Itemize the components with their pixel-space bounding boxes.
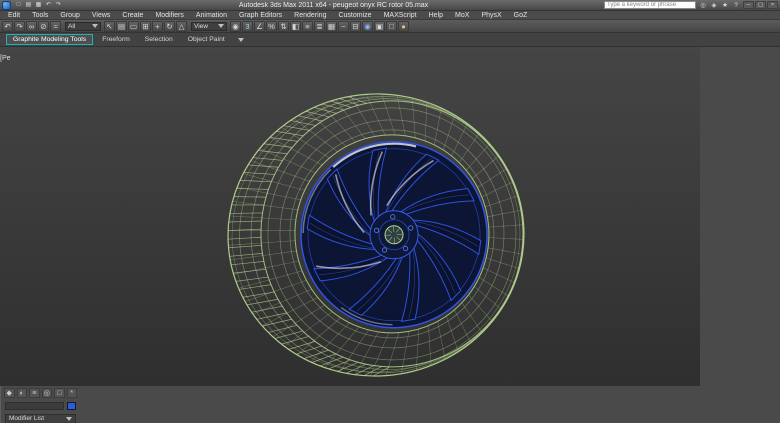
menu-item[interactable]: GoZ — [508, 11, 534, 20]
selection-filter-dropdown[interactable]: All — [65, 21, 101, 31]
command-panel-tabs: ◆ ◐ ≡ ◎ □ * — [1, 386, 80, 400]
viewport[interactable]: [Pe — [0, 47, 700, 386]
schematic-view-icon[interactable]: ⊟ — [350, 20, 361, 32]
application-menu-button[interactable] — [2, 0, 11, 10]
maximize-button[interactable]: ▢ — [755, 1, 766, 9]
menu-item[interactable]: MoX — [449, 11, 475, 20]
ribbon-collapse-icon[interactable] — [237, 37, 244, 45]
angle-snap-icon[interactable]: ∠ — [254, 20, 265, 32]
undo-icon[interactable]: ↶ — [44, 1, 53, 10]
chevron-down-icon — [66, 417, 72, 423]
minimize-button[interactable]: ─ — [743, 1, 754, 9]
favorites-icon[interactable]: ★ — [720, 1, 730, 10]
menu-item[interactable]: Group — [54, 11, 85, 20]
window-controls: ─ ▢ × — [743, 1, 778, 9]
quick-access-toolbar: □ ▤ ▦ ↶ ↷ — [14, 1, 63, 10]
window-crossing-icon[interactable]: ⊞ — [140, 20, 151, 32]
render-production-icon[interactable]: ● — [398, 20, 409, 32]
mirror-icon[interactable]: ◧ — [290, 20, 301, 32]
menu-item[interactable]: Edit — [2, 11, 26, 20]
menu-item[interactable]: Animation — [190, 11, 233, 20]
main-toolbar: ↶ ↷ ∞ ⊘ ≈ All ↖ ▤ ▭ ⊞ + ↻ △ View ◉ 3 ∠% ⇅ ◧ ≡ ≣ ▦ ~ ⊟ ◉ ▣ □ ● — [0, 20, 780, 33]
select-and-scale-icon[interactable]: △ — [176, 20, 187, 32]
save-file-icon[interactable]: ▦ — [34, 1, 43, 10]
select-object-icon[interactable]: ↖ — [104, 20, 115, 32]
tab-selection[interactable]: Selection — [139, 35, 179, 44]
reference-coordinate-value: View — [194, 22, 208, 30]
tab-freeform[interactable]: Freeform — [96, 35, 136, 44]
select-by-name-icon[interactable]: ▤ — [116, 20, 127, 32]
undo-icon[interactable]: ↶ — [2, 20, 13, 32]
menu-item[interactable]: Rendering — [288, 11, 332, 20]
menu-item[interactable]: Help — [423, 11, 449, 20]
object-color-swatch[interactable] — [67, 402, 76, 410]
communication-center-icon[interactable]: ◈ — [709, 1, 719, 10]
spinner-snap-icon[interactable]: ⇅ — [278, 20, 289, 32]
reference-coordinate-dropdown[interactable]: View — [191, 21, 227, 31]
menu-item[interactable]: Create — [116, 11, 149, 20]
ribbon-tab-row: Graphite Modeling Tools Freeform Selecti… — [0, 33, 780, 47]
curve-editor-icon[interactable]: ~ — [338, 20, 349, 32]
menu-item[interactable]: MAXScript — [378, 11, 423, 20]
chevron-down-icon — [92, 24, 98, 31]
menu-bar: Edit Tools Group Views Create Modifiers Animat… — [0, 11, 780, 20]
redo-icon[interactable]: ↷ — [14, 20, 25, 32]
menu-item[interactable]: Views — [86, 11, 117, 20]
chevron-down-icon — [218, 24, 224, 31]
utilities-tab-icon[interactable]: * — [66, 388, 77, 398]
select-and-rotate-icon[interactable]: ↻ — [164, 20, 175, 32]
align-icon[interactable]: ≡ — [302, 20, 313, 32]
snap-toggle-3d-icon[interactable]: 3 — [242, 20, 253, 32]
modifier-list-dropdown[interactable]: Modifier List — [5, 414, 76, 423]
viewport-label[interactable]: [Pe — [0, 55, 11, 62]
menu-item[interactable]: Modifiers — [149, 11, 189, 20]
ribbon-toggle-icon[interactable]: ▦ — [326, 20, 337, 32]
search-icon[interactable]: ◎ — [698, 1, 708, 10]
search-input[interactable] — [604, 1, 696, 9]
command-panel: ◆◐≡◎□* Modifier List ⊙▣▱∅⚙ — [0, 386, 80, 423]
open-file-icon[interactable]: ▤ — [24, 1, 33, 10]
unlink-selection-icon[interactable]: ⊘ — [38, 20, 49, 32]
select-and-link-icon[interactable]: ∞ — [26, 20, 37, 32]
select-and-move-icon[interactable]: + — [152, 20, 163, 32]
object-name-field[interactable] — [5, 402, 64, 410]
wheel-model[interactable] — [0, 65, 700, 386]
menu-item[interactable]: Graph Editors — [233, 11, 288, 20]
menu-item[interactable]: Tools — [26, 11, 54, 20]
motion-tab-icon[interactable]: ◎ — [41, 388, 52, 398]
hierarchy-tab-icon[interactable]: ≡ — [29, 388, 40, 398]
create-tab-icon[interactable]: ◆ — [4, 388, 15, 398]
modify-tab-icon[interactable]: ◐ — [16, 388, 27, 398]
close-button[interactable]: × — [767, 1, 778, 9]
title-bar: □ ▤ ▦ ↶ ↷ Autodesk 3ds Max 2011 x64 - peugeo… — [0, 0, 780, 11]
modifier-list-label: Modifier List — [9, 415, 45, 422]
rectangular-region-icon[interactable]: ▭ — [128, 20, 139, 32]
menu-item[interactable]: PhysX — [475, 11, 507, 20]
help-icon[interactable]: ? — [731, 1, 741, 10]
selection-filter-value: All — [68, 22, 76, 30]
layer-manager-icon[interactable]: ≣ — [314, 20, 325, 32]
new-file-icon[interactable]: □ — [14, 1, 23, 10]
display-tab-icon[interactable]: □ — [54, 388, 65, 398]
material-editor-icon[interactable]: ◉ — [362, 20, 373, 32]
menu-item[interactable]: Customize — [332, 11, 377, 20]
window-title: Autodesk 3ds Max 2011 x64 - peugeot onyx… — [238, 1, 429, 9]
infocenter-icons: ◎ ◈ ★? — [698, 1, 741, 10]
render-setup-icon[interactable]: ▣ — [374, 20, 385, 32]
tab-object-paint[interactable]: Object Paint — [182, 35, 231, 44]
redo-icon[interactable]: ↷ — [54, 1, 63, 10]
3dsmax-window: □ ▤ ▦ ↶ ↷ Autodesk 3ds Max 2011 x64 - peugeo… — [0, 0, 780, 423]
use-pivot-center-icon[interactable]: ◉ — [230, 20, 241, 32]
rendered-frame-window-icon[interactable]: □ — [386, 20, 397, 32]
tab-graphite-modeling-tools[interactable]: Graphite Modeling Tools — [6, 34, 94, 45]
bind-to-spacewarp-icon[interactable]: ≈ — [50, 20, 61, 32]
infocenter: ◎◈★? ─▢× — [604, 1, 778, 10]
percent-snap-icon[interactable]: % — [266, 20, 277, 32]
